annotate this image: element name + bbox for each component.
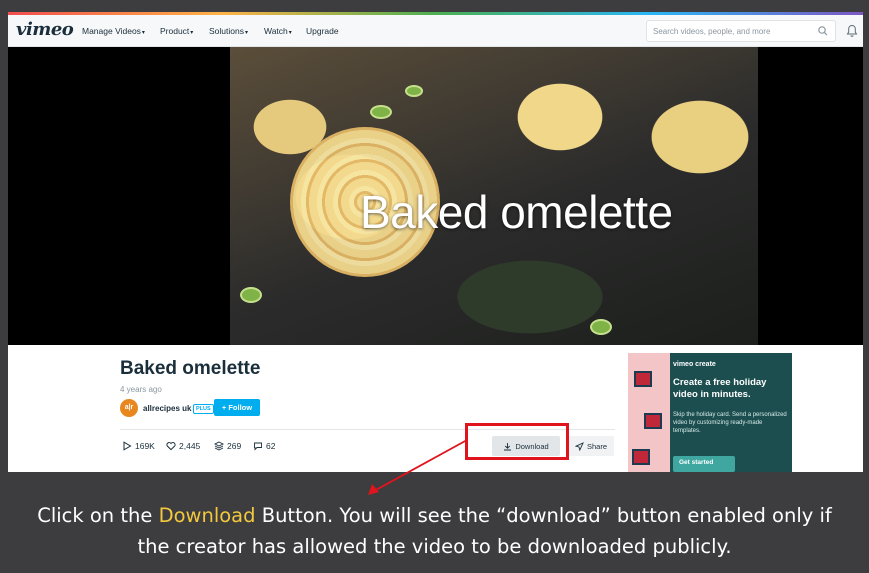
tutorial-frame: vimeo Manage Videos▾ Product▾ Solutions▾…	[0, 0, 869, 573]
video-title-overlay: Baked omelette	[360, 186, 673, 238]
gift-box-icon	[634, 371, 652, 387]
search-placeholder: Search videos, people, and more	[653, 27, 771, 36]
nav-solutions[interactable]: Solutions▾	[209, 26, 248, 36]
chevron-down-icon: ▾	[288, 30, 292, 36]
browser-viewport: vimeo Manage Videos▾ Product▾ Solutions▾…	[8, 15, 863, 472]
scallion-garnish	[370, 105, 392, 119]
upload-age: 4 years ago	[120, 385, 162, 394]
share-button[interactable]: Share	[568, 436, 614, 456]
nav-label: Manage Videos	[82, 26, 141, 36]
caption-line-1: Click on the Download Button. You will s…	[0, 500, 869, 531]
gift-illustration	[628, 353, 670, 472]
caption-text: Click on the	[37, 504, 159, 527]
comment-icon	[254, 442, 262, 451]
plays-stat: 169K	[122, 441, 155, 451]
scallion-garnish	[405, 85, 423, 97]
chevron-down-icon: ▾	[244, 30, 248, 36]
nav-upgrade[interactable]: Upgrade	[306, 26, 339, 36]
get-started-button[interactable]: Get started	[673, 456, 735, 472]
nav-label: Watch	[264, 26, 288, 36]
vimeo-create-ad[interactable]: vimeo create Create a free holiday video…	[628, 353, 792, 472]
comments-count: 62	[266, 441, 276, 451]
collections-count: 269	[227, 441, 242, 451]
instruction-caption: Click on the Download Button. You will s…	[0, 500, 869, 562]
caption-text: Button. You will see the “download” butt…	[255, 504, 832, 527]
collections-stat[interactable]: 269	[214, 441, 241, 451]
chevron-down-icon: ▾	[141, 30, 145, 36]
nav-manage-videos[interactable]: Manage Videos▾	[82, 26, 145, 36]
ad-body: Skip the holiday card. Send a personaliz…	[673, 412, 787, 434]
nav-label: Product	[160, 26, 190, 36]
caption-line-2: the creator has allowed the video to be …	[137, 535, 732, 558]
scallion-garnish	[590, 319, 612, 335]
ad-headline: Create a free holiday video in minutes.	[673, 377, 767, 400]
caption-highlight: Download	[158, 504, 256, 527]
search-input[interactable]: Search videos, people, and more	[646, 20, 836, 42]
ad-brand: vimeo create	[673, 361, 716, 368]
scallion-garnish	[240, 287, 262, 303]
nav-label: Solutions	[209, 26, 244, 36]
video-details: Baked omelette 4 years ago a|r allrecipe…	[8, 345, 863, 472]
video-title: Baked omelette	[120, 358, 261, 379]
chevron-down-icon: ▾	[190, 30, 194, 36]
gift-box-icon	[644, 413, 662, 429]
gift-box-icon	[632, 449, 650, 465]
video-player[interactable]: Baked omelette	[8, 47, 863, 345]
search-icon[interactable]	[817, 25, 829, 37]
nav-label: Upgrade	[306, 26, 339, 36]
video-thumbnail[interactable]: Baked omelette	[230, 47, 758, 345]
bell-icon[interactable]	[846, 24, 858, 38]
nav-product[interactable]: Product▾	[160, 26, 193, 36]
follow-button[interactable]: + Follow	[214, 399, 260, 416]
author-name[interactable]: allrecipes uk	[143, 404, 191, 413]
vimeo-logo[interactable]: vimeo	[16, 19, 74, 40]
heart-icon	[166, 442, 176, 451]
avatar[interactable]: a|r	[120, 399, 138, 417]
play-icon	[123, 441, 132, 451]
top-navigation: vimeo Manage Videos▾ Product▾ Solutions▾…	[8, 15, 863, 47]
nav-watch[interactable]: Watch▾	[264, 26, 292, 36]
likes-count: 2,445	[179, 441, 201, 451]
share-icon	[574, 441, 584, 451]
layers-icon	[214, 441, 224, 451]
comments-stat[interactable]: 62	[253, 441, 275, 451]
plays-count: 169K	[135, 441, 155, 451]
share-label: Share	[586, 441, 607, 451]
likes-stat[interactable]: 2,445	[166, 441, 200, 451]
download-highlight-box	[465, 423, 569, 460]
plus-badge: PLUS	[193, 404, 214, 414]
